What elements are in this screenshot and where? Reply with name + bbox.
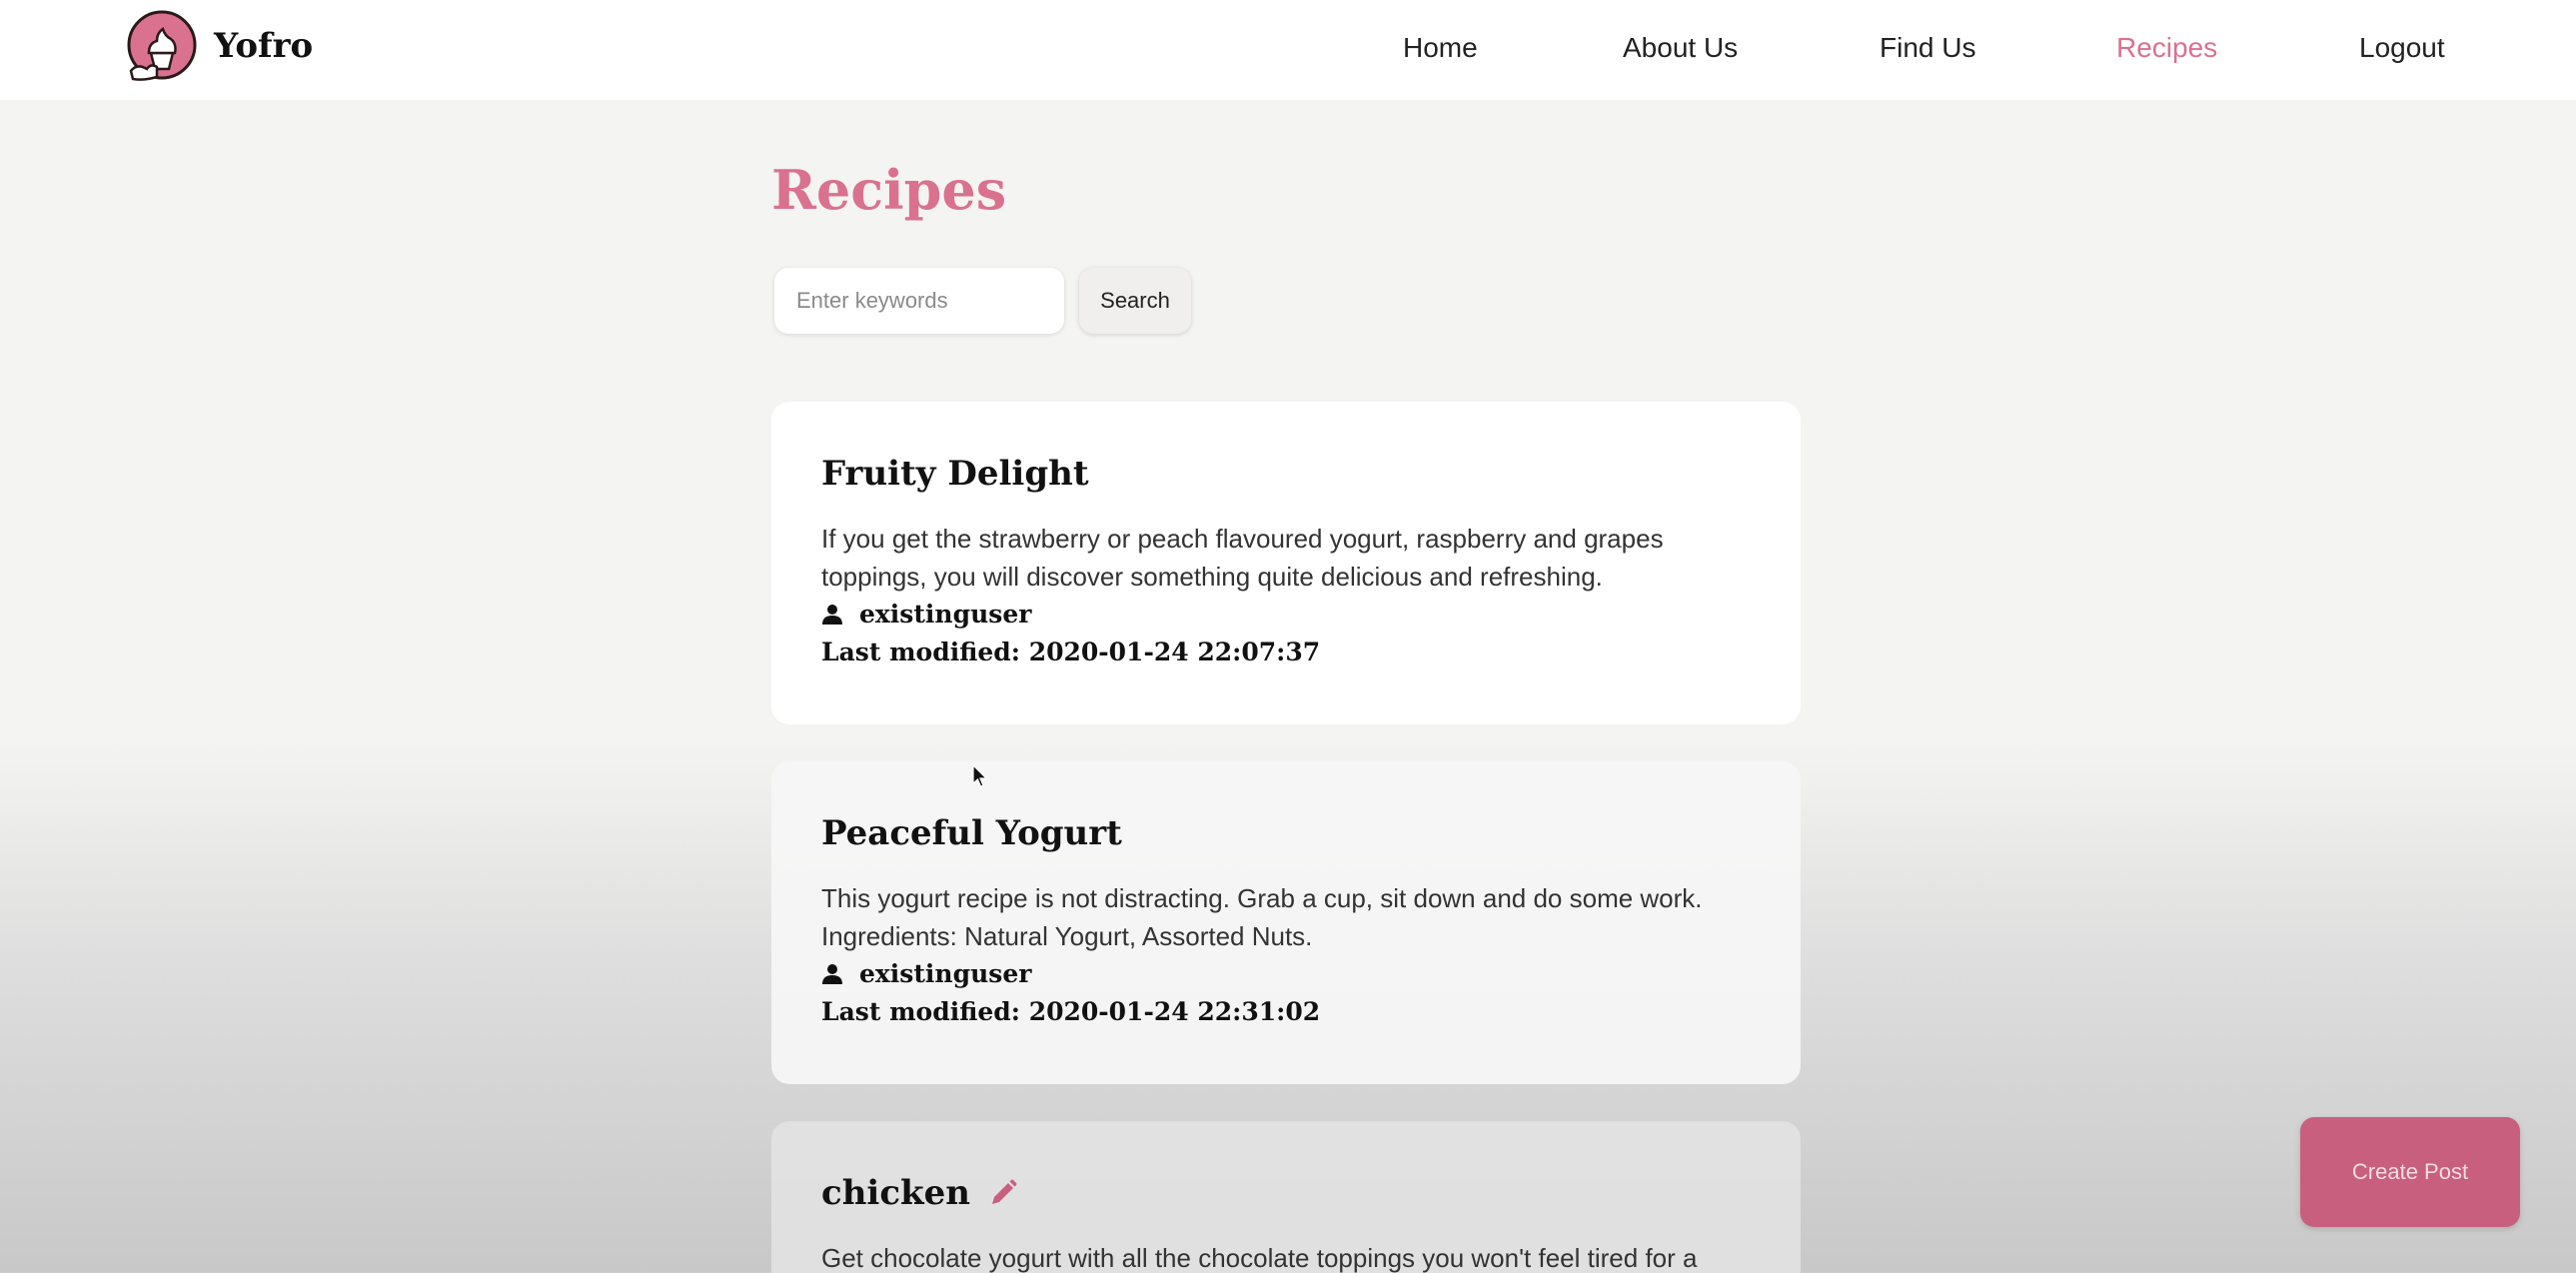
recipe-last-modified: Last modified: 2020-01-24 22:31:02	[821, 997, 1321, 1026]
recipe-author: existinguser	[821, 596, 1751, 634]
recipe-author-name: existinguser	[859, 600, 1032, 629]
recipe-title[interactable]: chicken	[821, 1173, 970, 1213]
nav-logout[interactable]: Logout	[2359, 32, 2445, 64]
user-icon	[822, 964, 842, 984]
recipe-card[interactable]: chicken Get chocolate yogurt with all th…	[771, 1121, 1801, 1273]
yofro-logo-icon[interactable]	[127, 9, 197, 85]
recipe-author: existinguser	[821, 955, 1751, 993]
pencil-icon[interactable]	[988, 1178, 1018, 1208]
recipe-title[interactable]: Fruity Delight	[821, 454, 1751, 494]
site-header: Yofro Home About Us Find Us Recipes Logo…	[0, 0, 2576, 100]
nav-home[interactable]: Home	[1403, 32, 1478, 64]
recipe-title[interactable]: Peaceful Yogurt	[821, 813, 1751, 853]
recipe-card[interactable]: Peaceful Yogurt This yogurt recipe is no…	[771, 761, 1801, 1084]
recipe-author-name: existinguser	[859, 959, 1032, 988]
recipe-description-line: toppings, you will discover something qu…	[821, 562, 1603, 592]
brand-name[interactable]: Yofro	[214, 26, 313, 66]
recipe-description: This yogurt recipe is not distracting. G…	[821, 879, 1751, 955]
recipe-title-row: chicken	[821, 1173, 1751, 1213]
recipe-card[interactable]: Fruity Delight If you get the strawberry…	[771, 402, 1801, 724]
user-icon	[822, 605, 842, 625]
recipe-description-line: Get chocolate yogurt with all the chocol…	[821, 1243, 1698, 1273]
create-post-button[interactable]: Create Post	[2300, 1117, 2520, 1227]
mouse-pointer-icon	[972, 764, 988, 787]
search-button[interactable]: Search	[1079, 268, 1191, 334]
recipe-description: Get chocolate yogurt with all the chocol…	[821, 1239, 1751, 1273]
nav-recipes[interactable]: Recipes	[2116, 32, 2217, 64]
page-title: Recipes	[771, 158, 1007, 222]
recipe-description-line: Ingredients: Natural Yogurt, Assorted Nu…	[821, 921, 1313, 951]
recipe-description: If you get the strawberry or peach flavo…	[821, 520, 1751, 596]
nav-about-us[interactable]: About Us	[1623, 32, 1738, 64]
search-input[interactable]	[774, 268, 1064, 334]
recipe-last-modified: Last modified: 2020-01-24 22:07:37	[821, 637, 1321, 666]
recipe-description-line: This yogurt recipe is not distracting. G…	[821, 883, 1703, 913]
nav-find-us[interactable]: Find Us	[1880, 32, 1975, 64]
recipe-description-line: If you get the strawberry or peach flavo…	[821, 524, 1664, 554]
